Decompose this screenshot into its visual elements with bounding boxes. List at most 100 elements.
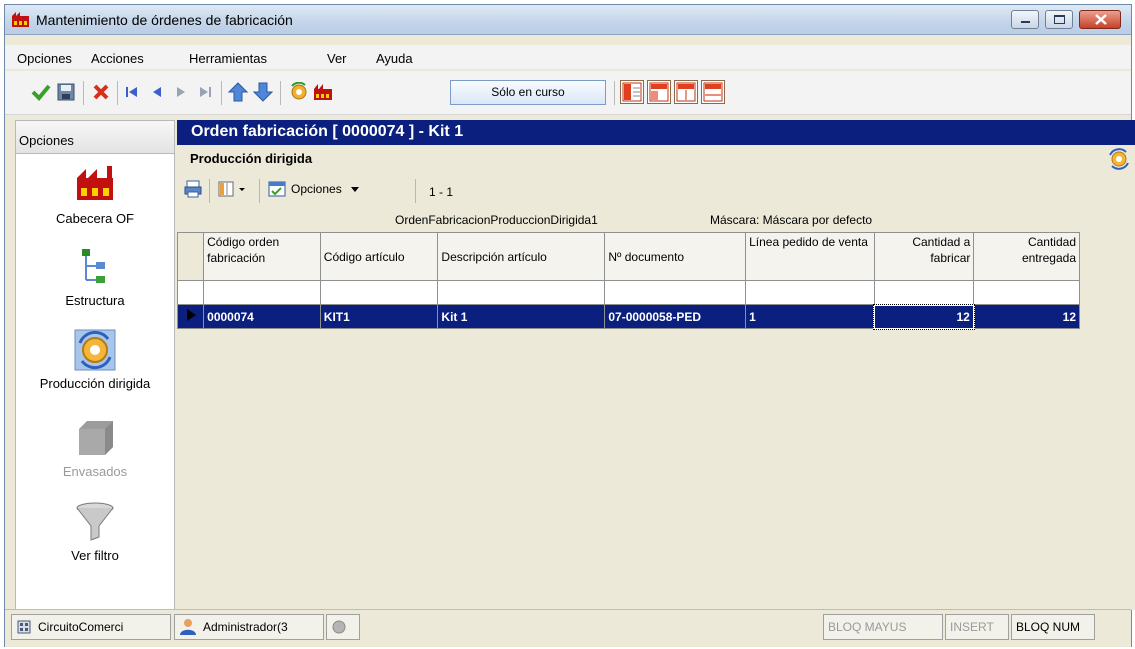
filter-cell[interactable] — [319, 280, 439, 305]
filter-cell[interactable] — [873, 280, 975, 305]
sidebar-item-label: Envasados — [62, 464, 128, 479]
menu-ayuda[interactable]: Ayuda — [376, 51, 413, 66]
gear-refresh-icon[interactable] — [1108, 148, 1130, 170]
sidebar-item-envasados[interactable]: Envasados — [16, 417, 174, 479]
layout-button-2[interactable] — [647, 80, 671, 104]
factory-icon — [12, 12, 29, 27]
move-down-button[interactable] — [252, 81, 274, 103]
table-cell[interactable]: 07-0000058-PED — [604, 304, 747, 329]
next-record-icon — [177, 87, 185, 97]
column-header[interactable]: Nº documento — [604, 232, 747, 281]
print-button[interactable] — [183, 179, 203, 202]
columns-button[interactable] — [217, 179, 247, 202]
table-cell[interactable]: KIT1 — [319, 304, 439, 329]
menu-herramientas[interactable]: Herramientas — [189, 51, 267, 66]
table-row[interactable]: 0000074 KIT1 Kit 1 07-0000058-PED 1 12 1… — [176, 303, 1080, 330]
box-icon — [79, 421, 113, 455]
table-cell[interactable]: Kit 1 — [437, 304, 606, 329]
status-led-icon — [332, 620, 346, 634]
sidebar-item-label: Producción dirigida — [39, 376, 151, 391]
options-window-icon — [268, 181, 286, 197]
row-indicator-header — [176, 232, 205, 281]
factory-button[interactable] — [312, 81, 334, 103]
minimize-button[interactable] — [1011, 10, 1039, 29]
status-indicator — [326, 614, 360, 640]
filter-cell[interactable] — [745, 280, 875, 305]
grid-options-dropdown[interactable]: Opciones — [267, 179, 362, 199]
save-icon — [57, 83, 75, 101]
toolbar-separator — [280, 81, 281, 105]
sidebar-item-label: Ver filtro — [71, 548, 119, 563]
first-record-button[interactable] — [121, 81, 143, 103]
grid-mask: Máscara: Máscara por defecto — [710, 213, 873, 227]
status-bar: CircuitoComerci Administrador(3 BLOQ MAY… — [5, 609, 1131, 647]
toolbar-separator — [221, 81, 222, 105]
user-icon — [180, 619, 196, 635]
layout-split-icon — [676, 82, 696, 102]
status-user-text: Administrador(3 — [203, 620, 288, 634]
filter-cell[interactable] — [437, 280, 606, 305]
menu-acciones[interactable]: Acciones — [91, 51, 144, 66]
move-up-icon — [228, 82, 248, 102]
sidebar-header: Opciones — [16, 121, 174, 154]
last-record-button[interactable] — [194, 81, 216, 103]
minimize-icon — [1021, 21, 1030, 23]
process-icon — [291, 82, 307, 100]
layout-button-4[interactable] — [701, 80, 725, 104]
layout-grid-icon — [703, 82, 723, 102]
delete-button[interactable] — [90, 81, 112, 103]
main-panel: Orden fabricación [ 0000074 ] - Kit 1 Pr… — [176, 120, 1135, 610]
sidebar-item-ver-filtro[interactable]: Ver filtro — [16, 501, 174, 563]
column-header[interactable]: Cantidad entregada — [973, 232, 1080, 281]
table-cell[interactable]: 12 — [873, 303, 975, 330]
toolbar-separator — [614, 81, 615, 105]
table-cell[interactable]: 0000074 — [203, 304, 321, 329]
layout-button-1[interactable] — [620, 80, 644, 104]
title-bar[interactable]: Mantenimiento de órdenes de fabricación — [5, 5, 1131, 35]
record-range: 1 - 1 — [429, 185, 454, 199]
status-circuit[interactable]: CircuitoComerci — [11, 614, 171, 640]
toolbar-separator — [209, 179, 210, 203]
filter-cell[interactable] — [973, 280, 1080, 305]
table-cell[interactable]: 1 — [745, 304, 875, 329]
toolbar-separator — [415, 179, 416, 203]
menu-opciones[interactable]: Opciones — [17, 51, 72, 66]
printer-icon — [184, 180, 202, 198]
sidebar-item-estructura[interactable]: Estructura — [16, 246, 174, 308]
filter-cell[interactable] — [604, 280, 747, 305]
only-in-progress-toggle[interactable]: Sólo en curso — [450, 80, 606, 105]
column-header[interactable]: Código artículo — [319, 232, 439, 281]
factory-icon — [314, 84, 332, 100]
layout-button-3[interactable] — [674, 80, 698, 104]
process-button[interactable] — [288, 81, 310, 103]
table-cell[interactable]: 12 — [973, 304, 1080, 329]
status-circuit-text: CircuitoComerci — [38, 620, 124, 634]
maximize-button[interactable] — [1045, 10, 1073, 29]
move-up-button[interactable] — [227, 81, 249, 103]
factory-icon — [77, 166, 113, 200]
toolbar-separator — [117, 81, 118, 105]
save-button[interactable] — [55, 81, 77, 103]
column-header[interactable]: Descripción artículo — [437, 232, 606, 281]
filter-cell[interactable] — [203, 280, 321, 305]
delete-icon — [93, 84, 109, 100]
row-pointer-icon — [187, 309, 196, 321]
sidebar-item-label: Estructura — [65, 293, 125, 308]
column-header[interactable]: Cantidad a fabricar — [873, 232, 975, 281]
sidebar-item-cabecera[interactable]: Cabecera OF — [16, 164, 174, 226]
accept-button[interactable] — [30, 81, 52, 103]
toolbar-separator — [259, 179, 260, 203]
status-user[interactable]: Administrador(3 — [174, 614, 324, 640]
options-sidebar: Opciones Cabecera OF Estructura Producci… — [15, 120, 175, 610]
num-lock-indicator: BLOQ NUM — [1011, 614, 1095, 640]
menu-ver[interactable]: Ver — [327, 51, 347, 66]
previous-record-icon — [153, 87, 161, 97]
previous-record-button[interactable] — [146, 81, 168, 103]
column-header[interactable]: Línea pedido de venta — [745, 232, 875, 281]
close-button[interactable] — [1079, 10, 1121, 29]
column-header[interactable]: Código orden fabricación — [203, 232, 321, 281]
grid-filter-row — [176, 280, 1080, 305]
sidebar-item-produccion-dirigida[interactable]: Producción dirigida — [16, 329, 174, 391]
next-record-button[interactable] — [170, 81, 192, 103]
row-indicator-cell — [176, 304, 205, 329]
